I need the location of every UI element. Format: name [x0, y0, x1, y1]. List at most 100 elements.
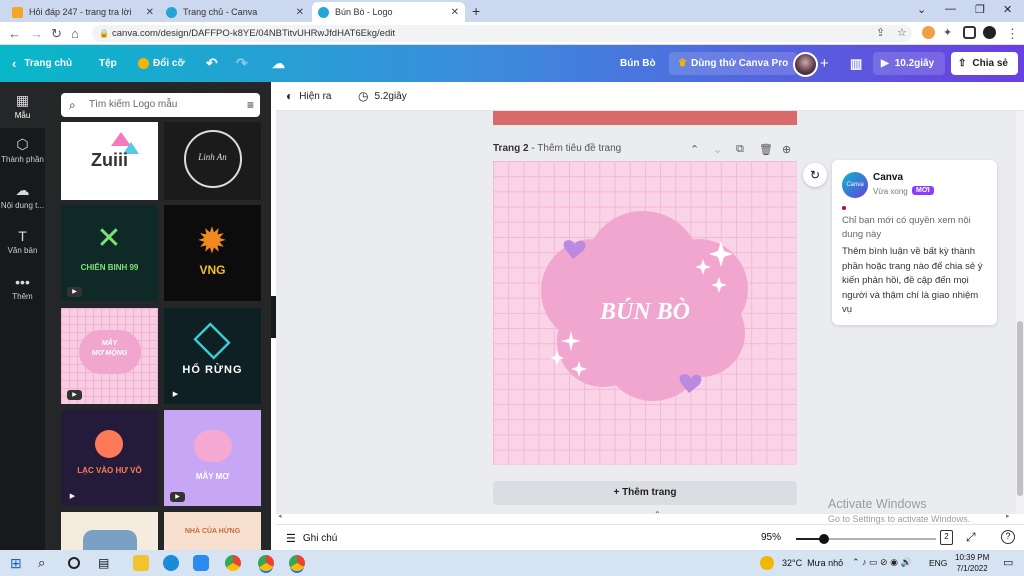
tab-favicon-icon	[166, 6, 177, 18]
close-tab-icon[interactable]: ✕	[296, 7, 304, 18]
present-button[interactable]: ▶ 10.2giây	[873, 52, 945, 75]
share-label: Chia sẻ	[972, 58, 1008, 69]
add-page-button[interactable]: + Thêm trang	[493, 481, 797, 505]
url-field[interactable]: 🔒 canva.com/design/DAFFPO-k8YE/04NBTitvU…	[92, 25, 912, 42]
edge-icon[interactable]	[163, 555, 179, 571]
chrome-active-icon[interactable]	[258, 555, 274, 571]
template-search-input[interactable]: ⌕ Tìm kiếm Logo mẫu ≡	[61, 93, 260, 117]
fullscreen-icon[interactable]: ⤢	[966, 530, 976, 545]
resize-button[interactable]: Đổi cỡ	[138, 45, 185, 82]
rail-item-more[interactable]: ••• Thêm	[0, 274, 45, 301]
task-view-icon[interactable]: ▤	[98, 555, 114, 571]
windows-start-icon[interactable]: ⊞	[10, 555, 26, 571]
try-pro-button[interactable]: ♛ Dùng thử Canva Pro	[669, 52, 798, 75]
extensions-puzzle-icon[interactable]: ✦	[943, 26, 952, 39]
profile-avatar[interactable]	[983, 26, 996, 39]
scroll-right-icon[interactable]: ▸	[1006, 512, 1010, 520]
scroll-left-icon[interactable]: ◂	[278, 512, 282, 520]
filter-icon[interactable]: ≡	[247, 93, 254, 117]
extension-icon[interactable]	[922, 26, 935, 39]
template-card[interactable]: MÂY MƠ MỘNG ▶	[61, 308, 158, 404]
bun-bo-logo[interactable]: BÚN BÒ	[493, 161, 797, 465]
redo-icon[interactable]: ↷	[236, 45, 248, 82]
page-title-input[interactable]: Thêm tiêu đề trang	[537, 143, 621, 154]
minimize-icon[interactable]: —	[945, 3, 956, 15]
move-page-up-icon[interactable]: ⌃	[690, 143, 699, 156]
tab-search-icon[interactable]: ⌄	[917, 3, 926, 16]
duration-button[interactable]: ◷ 5.2giây	[358, 89, 407, 103]
move-page-down-icon[interactable]: ⌄	[713, 143, 722, 156]
forward-icon[interactable]: →	[30, 26, 43, 41]
template-card[interactable]	[61, 512, 158, 550]
tray-icons[interactable]: ⌃ ♪ ▭ ⊘ ◉ 🔊	[852, 557, 912, 568]
new-tab-button[interactable]: +	[472, 3, 480, 19]
template-card[interactable]: MÂY MƠ ▶	[164, 410, 261, 506]
insights-chart-icon[interactable]: ▥	[850, 45, 862, 82]
reload-icon[interactable]: ↻	[51, 26, 62, 42]
rail-item-uploads[interactable]: ☁ Nội dung t...	[0, 182, 45, 210]
add-comment-icon[interactable]: ↻	[803, 163, 827, 187]
animate-icon: ◐	[286, 89, 294, 103]
template-card[interactable]: HỔ RỪNG ▶	[164, 308, 261, 404]
zoom-slider-track[interactable]	[796, 534, 936, 544]
chrome-icon[interactable]	[225, 555, 241, 571]
sunset-icon	[95, 430, 123, 458]
template-card[interactable]: ✹ VNG	[164, 205, 261, 301]
share-button[interactable]: ⇧ Chia sẻ	[951, 52, 1018, 75]
add-collaborator-button[interactable]: +	[820, 45, 829, 82]
language-indicator[interactable]: ENG	[929, 558, 947, 568]
design-title[interactable]: Bún Bò	[620, 45, 656, 82]
notification-icon[interactable]: ▭	[1003, 556, 1013, 569]
back-icon[interactable]: ←	[8, 26, 21, 41]
share-page-icon[interactable]: ⇪	[876, 26, 885, 39]
close-tab-icon[interactable]: ✕	[146, 7, 154, 18]
file-menu-button[interactable]: Tệp	[99, 45, 117, 82]
duplicate-page-icon[interactable]: ⧉	[736, 143, 744, 156]
help-icon[interactable]: ?	[1001, 530, 1015, 544]
side-panel-icon[interactable]	[963, 26, 976, 39]
home-button[interactable]: ‹ Trang chủ	[12, 45, 72, 82]
browser-tab-active[interactable]: Bún Bò - Logo ✕	[312, 2, 465, 22]
file-explorer-icon[interactable]	[133, 555, 149, 571]
cortana-icon[interactable]	[68, 557, 80, 569]
rail-item-templates[interactable]: ▦ Mẫu	[0, 82, 45, 128]
template-card[interactable]: Zuiii	[61, 122, 158, 200]
browser-tab[interactable]: Hỏi đáp 247 - trang tra lời ✕	[6, 2, 160, 22]
browser-menu-icon[interactable]: ⋮	[1006, 26, 1019, 42]
weather-icon[interactable]	[760, 556, 774, 570]
template-card[interactable]: Linh An	[164, 122, 261, 200]
search-icon[interactable]: ⌕	[38, 555, 54, 571]
user-avatar[interactable]	[793, 52, 818, 77]
page-count-button[interactable]: 2	[940, 530, 953, 545]
add-page-icon[interactable]: ⊕	[782, 143, 791, 156]
template-card[interactable]: NHÀ CỦA HỪNG	[164, 512, 261, 550]
weather-text[interactable]: 32°C Mưa nhỏ	[782, 558, 843, 568]
vertical-scrollbar[interactable]	[1016, 111, 1024, 514]
chevron-up-icon[interactable]: ⌃	[654, 510, 661, 519]
design-page[interactable]: BÚN BÒ	[493, 161, 797, 465]
delete-page-icon[interactable]: 🗑	[759, 143, 773, 156]
template-card[interactable]: ✕ CHIẾN BINH 99 ▶	[61, 205, 158, 301]
clock[interactable]: 10:39 PM 7/1/2022	[955, 552, 989, 574]
logo-text[interactable]: BÚN BÒ	[599, 298, 690, 325]
home-icon[interactable]: ⌂	[71, 26, 79, 41]
zoom-slider-knob[interactable]	[819, 534, 829, 544]
rail-item-text[interactable]: T Văn bản	[0, 228, 45, 255]
zoom-value[interactable]: 95%	[761, 532, 781, 543]
notes-button[interactable]: ☰ Ghi chú	[286, 532, 337, 545]
rail-item-elements[interactable]: ⬡ Thành phần	[0, 136, 45, 164]
close-tab-icon[interactable]: ✕	[451, 7, 459, 18]
chrome-profile-icon[interactable]	[289, 555, 305, 571]
previous-page-edge[interactable]	[493, 111, 797, 125]
template-card[interactable]: LẠC VÀO HƯ VÔ ▶	[61, 410, 158, 506]
zoom-app-icon[interactable]	[193, 555, 209, 571]
browser-tab[interactable]: Trang chủ - Canva ✕	[160, 2, 310, 22]
cloud-saved-icon[interactable]: ☁	[272, 45, 285, 82]
restore-icon[interactable]: ❐	[975, 3, 985, 16]
lock-icon: 🔒	[99, 29, 109, 38]
bookmark-star-icon[interactable]: ☆	[897, 26, 907, 39]
scrollbar-thumb[interactable]	[1017, 321, 1023, 496]
undo-icon[interactable]: ↶	[206, 45, 218, 82]
animate-button[interactable]: ◐ Hiện ra	[286, 89, 332, 103]
close-window-icon[interactable]: ✕	[1003, 3, 1012, 16]
